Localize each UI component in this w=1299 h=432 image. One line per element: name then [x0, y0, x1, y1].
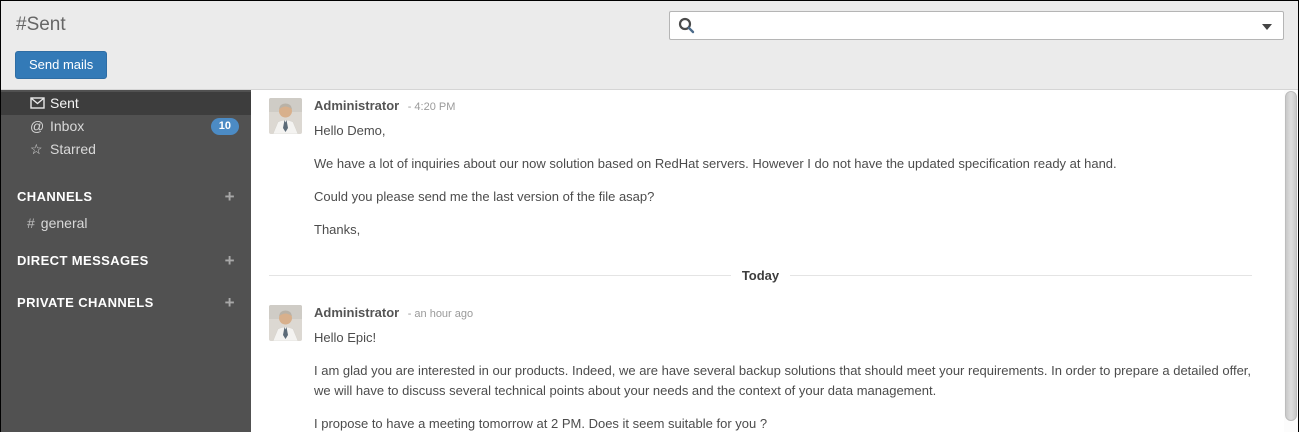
avatar: [269, 305, 302, 341]
message-timestamp: - 4:20 PM: [408, 101, 456, 113]
channel-label: general: [41, 212, 88, 235]
vertical-scrollbar[interactable]: [1284, 90, 1298, 432]
add-private-channel-icon[interactable]: +: [225, 293, 235, 313]
search-input[interactable]: [700, 13, 1253, 38]
sidebar-item-label: Inbox: [50, 115, 84, 138]
page-title: #Sent: [16, 14, 66, 36]
sidebar-item-channel-general[interactable]: # general: [1, 212, 251, 235]
message-paragraph: I propose to have a meeting tomorrow at …: [314, 414, 1252, 432]
avatar: [269, 98, 302, 134]
sidebar-section-channels: CHANNELS +: [1, 185, 251, 208]
sidebar-section-direct-messages: DIRECT MESSAGES +: [1, 249, 251, 272]
send-mails-button[interactable]: Send mails: [15, 51, 107, 79]
message-header: Administrator - an hour ago: [314, 304, 1252, 322]
sidebar-item-inbox[interactable]: @ Inbox 10: [1, 115, 251, 138]
inbox-counter-badge: 10: [211, 118, 239, 135]
section-label: PRIVATE CHANNELS: [17, 295, 154, 310]
envelope-icon: [30, 93, 45, 116]
sidebar-item-label: Sent: [50, 92, 79, 115]
date-separator-label: Today: [731, 268, 790, 283]
message-author: Administrator: [314, 98, 399, 113]
sidebar-item-starred[interactable]: ☆ Starred: [1, 138, 251, 161]
message: Administrator - 4:20 PM Hello Demo, We h…: [269, 97, 1252, 240]
message-paragraph: Hello Demo,: [314, 121, 1252, 141]
date-separator: Today: [269, 267, 1252, 283]
add-channel-icon[interactable]: +: [225, 187, 235, 207]
sidebar: Sent @ Inbox 10 ☆ Starred CHANNELS + # g…: [1, 90, 251, 432]
scrollbar-thumb[interactable]: [1285, 91, 1297, 421]
message-paragraph: We have a lot of inquiries about our now…: [314, 154, 1252, 174]
main-area: Sent @ Inbox 10 ☆ Starred CHANNELS + # g…: [1, 89, 1298, 432]
section-label: CHANNELS: [17, 189, 92, 204]
sidebar-item-sent[interactable]: Sent: [1, 92, 251, 115]
sidebar-section-private-channels: PRIVATE CHANNELS +: [1, 291, 251, 314]
search-bar[interactable]: [669, 11, 1284, 40]
discuss-app-window: #Sent Send mails: [0, 0, 1299, 432]
top-bar: #Sent Send mails: [1, 1, 1298, 89]
message-paragraph: Thanks,: [314, 220, 1252, 240]
sidebar-item-label: Starred: [50, 138, 96, 161]
message-header: Administrator - 4:20 PM: [314, 97, 1252, 115]
search-options-caret-icon[interactable]: [1262, 24, 1272, 30]
search-icon: [678, 17, 695, 39]
star-icon: ☆: [30, 138, 50, 161]
message-author: Administrator: [314, 305, 399, 320]
at-icon: @: [30, 115, 50, 138]
message-paragraph: I am glad you are interested in our prod…: [314, 361, 1252, 401]
add-direct-message-icon[interactable]: +: [225, 251, 235, 271]
message-paragraph: Hello Epic!: [314, 328, 1252, 348]
message-paragraph: Could you please send me the last versio…: [314, 187, 1252, 207]
message-thread: Administrator - 4:20 PM Hello Demo, We h…: [251, 90, 1298, 432]
section-label: DIRECT MESSAGES: [17, 253, 149, 268]
message-timestamp: - an hour ago: [408, 308, 473, 320]
hash-icon: #: [27, 212, 35, 235]
message: Administrator - an hour ago Hello Epic! …: [269, 304, 1252, 432]
